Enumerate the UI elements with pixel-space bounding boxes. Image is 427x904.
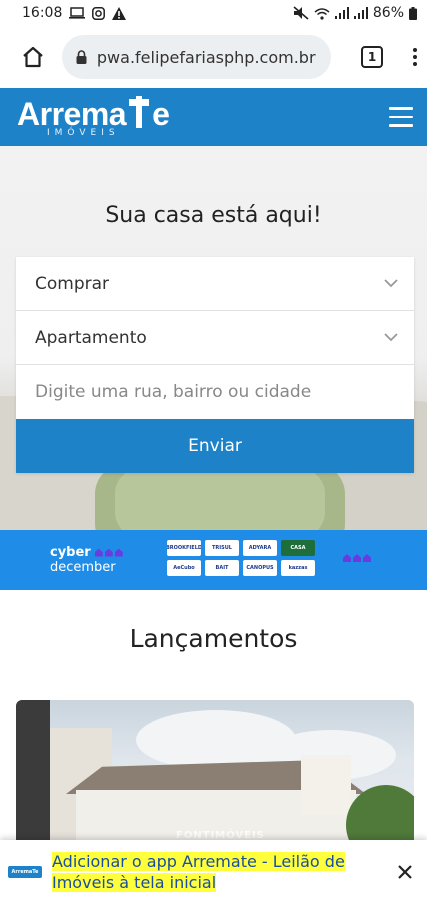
promo-line1: cyber (50, 545, 91, 560)
search-form: Comprar Apartamento Digite uma rua, bair… (16, 257, 414, 473)
promo-line2: december (50, 560, 116, 575)
instagram-icon (92, 6, 106, 20)
gavel-t-icon (128, 96, 150, 130)
warning-icon (112, 6, 127, 20)
cyber-december-banner[interactable]: cyber december BROOKFIELD TRISUL ADYARA … (0, 530, 427, 590)
browser-toolbar: pwa.felipefariasphp.com.br 1 (0, 26, 427, 88)
install-prompt-line1: Adicionar o app Arremate - Leilão de (52, 852, 345, 871)
hamburger-menu-button[interactable] (389, 107, 413, 127)
logo-text-left: Arrema (17, 96, 127, 132)
site-logo[interactable]: Arrema e IMÓVEIS (17, 96, 170, 138)
battery-percent: 86% (372, 5, 404, 21)
signal-icon (334, 7, 349, 19)
partner-logo: ADYARA (243, 540, 277, 556)
lock-icon (76, 50, 87, 64)
transaction-select[interactable]: Comprar (16, 257, 414, 311)
mute-icon (293, 6, 309, 20)
more-vert-icon (413, 48, 417, 52)
add-to-home-banner[interactable]: ArremaTe Adicionar o app Arremate - Leil… (0, 840, 427, 904)
logo-text-right: e (152, 96, 170, 132)
partner-logo: CASA (281, 540, 315, 556)
property-type-select-value: Apartamento (35, 327, 147, 348)
submit-button[interactable]: Enviar (16, 419, 414, 473)
wifi-icon (314, 7, 330, 20)
promo-brand: cyber december (0, 545, 123, 575)
hero-title: Sua casa está aqui! (105, 203, 322, 228)
partner-logo: BROOKFIELD (167, 540, 201, 556)
url-text: pwa.felipefariasphp.com.br (96, 47, 316, 67)
transaction-select-value: Comprar (35, 273, 110, 294)
close-button[interactable] (397, 864, 413, 880)
address-bar[interactable]: pwa.felipefariasphp.com.br (61, 35, 332, 79)
status-time: 16:08 (22, 5, 63, 21)
close-icon (398, 865, 412, 879)
chevron-down-icon (384, 333, 398, 342)
house-icons (94, 548, 123, 557)
site-header: Arrema e IMÓVEIS (0, 88, 427, 146)
menu-icon (389, 107, 413, 110)
partner-logos: BROOKFIELD TRISUL ADYARA CASA AeCubo BAI… (167, 540, 315, 576)
partner-logo: kazzas (281, 560, 315, 576)
property-card[interactable]: FONTIMÓVEIS (16, 700, 414, 850)
property-type-select[interactable]: Apartamento (16, 311, 414, 365)
location-search-input[interactable]: Digite uma rua, bairro ou cidade (16, 365, 414, 419)
battery-icon (409, 6, 417, 20)
app-icon: ArremaTe (8, 866, 42, 878)
partner-logo: TRISUL (205, 540, 239, 556)
partner-logo: AeCubo (167, 560, 201, 576)
laptop-icon (69, 7, 86, 19)
hero-section: Sua casa está aqui! Comprar Apartamento … (0, 146, 427, 530)
install-prompt-text[interactable]: Adicionar o app Arremate - Leilão de Imó… (52, 851, 352, 893)
partner-logo: BAIT (205, 560, 239, 576)
browser-menu-button[interactable] (413, 48, 417, 66)
logo-subtitle: IMÓVEIS (47, 128, 120, 138)
status-bar: 16:08 86% (0, 0, 427, 26)
home-button[interactable] (16, 40, 50, 74)
house-icons (343, 554, 371, 562)
home-icon (23, 46, 43, 68)
chevron-down-icon (384, 279, 398, 288)
tab-switcher-button[interactable]: 1 (361, 46, 383, 68)
signal-icon (353, 7, 368, 19)
install-prompt-line2: Imóveis à tela inicial (52, 873, 217, 892)
launches-title: Lançamentos (129, 624, 298, 653)
partner-logo: CANOPUS (243, 560, 277, 576)
